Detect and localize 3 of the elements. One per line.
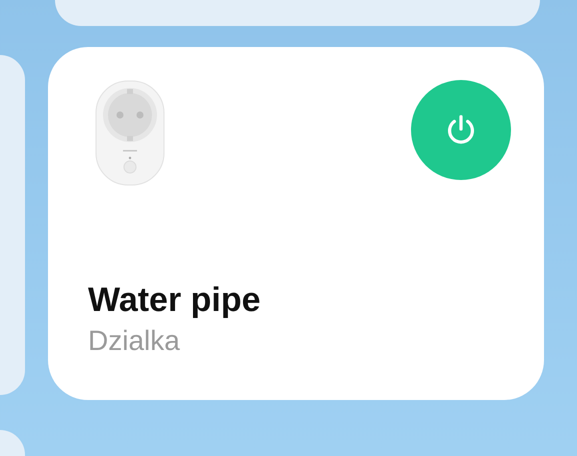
room-name: Dzialka [88, 324, 181, 358]
device-card[interactable]: Water pipe Dzialka [48, 47, 544, 400]
device-name: Water pipe [88, 280, 262, 320]
